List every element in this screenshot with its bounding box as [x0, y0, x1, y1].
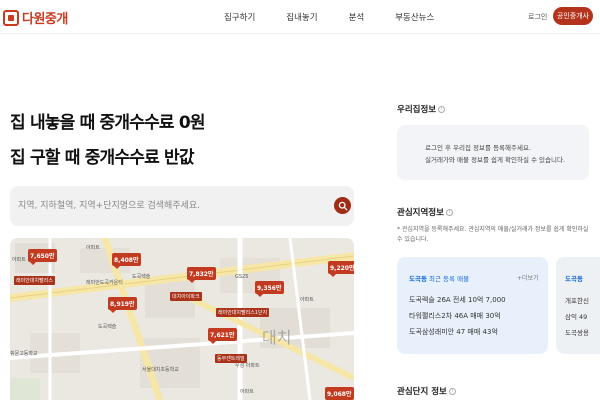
map-view[interactable]: 대치 아파트 아파트 래미안도곡카운티 도곡렉슬 GS25 아파트 도곡렉슬 서…: [10, 238, 354, 400]
logo-house-icon: [3, 9, 19, 26]
interest-area-note: * 관심지역을 등록해주세요. 관심지역의 매물/실거래가 정보를 쉽게 확인하…: [397, 226, 589, 243]
info-icon[interactable]: i: [438, 106, 446, 113]
info-icon[interactable]: i: [448, 388, 456, 395]
place-label: 아파트: [86, 245, 100, 251]
price-marker[interactable]: 9,068만: [325, 387, 354, 400]
place-label: 아파트: [240, 389, 254, 395]
listing-row[interactable]: 타워팰리스2차 46A 매매 30억: [409, 311, 501, 321]
my-home-line-1: 로그인 후 우리집 정보를 등록해주세요.: [425, 144, 532, 152]
place-label: 휘문고등학교: [10, 351, 38, 357]
complex-pin-label[interactable]: 래미안대치팰리스: [14, 276, 55, 285]
search-bar: [10, 186, 354, 226]
nav-analysis[interactable]: 분석: [349, 11, 365, 23]
place-label: 도곡렉슬: [132, 274, 151, 280]
place-label: GS25: [235, 274, 249, 280]
price-marker[interactable]: 7,650만: [28, 249, 57, 265]
logo-text: 다원중개: [22, 12, 68, 27]
more-link[interactable]: +더보기: [517, 273, 539, 282]
my-home-box[interactable]: 로그인 후 우리집 정보를 등록해주세요. 실거래가와 매물 정보를 쉽게 확인…: [397, 125, 589, 180]
place-label: 서울대치초등학교: [142, 367, 179, 373]
place-label: 아파트: [12, 257, 26, 263]
interest-area-title: 관심지역정보 i: [397, 206, 453, 218]
agent-button[interactable]: 공인중개사: [553, 7, 593, 25]
price-marker[interactable]: 7,832만: [187, 267, 216, 283]
complex-pin-label[interactable]: 동부센트레빌: [215, 354, 247, 363]
place-label: 래미안도곡카운티: [86, 280, 123, 286]
listing-row[interactable]: 도곡삼성래미안 47 매매 43억: [409, 327, 498, 337]
nav-find-home[interactable]: 집구하기: [224, 11, 255, 23]
interest-complex-title: 관심단지 정보 i: [397, 385, 456, 397]
price-marker[interactable]: 7,621만: [208, 328, 237, 344]
search-button[interactable]: [334, 197, 351, 214]
card-area: 도곡동: [565, 275, 583, 283]
district-label: 대치: [262, 328, 292, 347]
my-home-title-text: 우리집정보: [397, 105, 437, 115]
interest-area-title-text: 관심지역정보: [397, 208, 444, 218]
price-marker[interactable]: 9,220만: [328, 261, 354, 277]
map-base: [10, 238, 354, 400]
info-icon[interactable]: i: [445, 209, 453, 216]
login-link[interactable]: 로그인: [528, 12, 547, 22]
card-title: 도곡동 최근 등록 매물: [409, 273, 469, 283]
interest-area-card[interactable]: 도곡동 최근 등록 매물 +더보기 도곡렉슬 26A 전세 10억 7,000 …: [397, 257, 548, 354]
nav-news[interactable]: 부동산뉴스: [395, 11, 434, 23]
my-home-title: 우리집정보 i: [397, 103, 446, 115]
card-area: 도곡동: [409, 275, 427, 283]
listing-row[interactable]: 개포한신: [565, 295, 589, 305]
listing-row[interactable]: 도곡렉슬 26A 전세 10억 7,000: [409, 295, 506, 305]
search-input[interactable]: [18, 186, 318, 226]
place-label: 도곡렉슬: [98, 324, 117, 330]
price-marker[interactable]: 9,356만: [255, 281, 284, 297]
my-home-line-2: 실거래가와 매물 정보를 쉽게 확인하실 수 있습니다.: [425, 156, 566, 164]
place-label: 우성 아파트: [235, 363, 260, 369]
card-subtitle: 최근 등록 매물: [429, 275, 470, 283]
nav-list-home[interactable]: 집내놓기: [286, 11, 317, 23]
listing-row[interactable]: 삼익 49: [565, 311, 587, 321]
price-marker[interactable]: 8,919만: [108, 297, 137, 313]
place-label: 아파트: [300, 297, 314, 303]
hero-headline-1: 집 내놓을 때 중개수수료 0원: [10, 113, 206, 133]
search-icon: [338, 201, 347, 210]
price-marker[interactable]: 8,408만: [112, 253, 141, 269]
interest-area-card-2[interactable]: 도곡동 개포한신 삼익 49 도곡쌍용: [556, 257, 600, 354]
interest-complex-title-text: 관심단지 정보: [397, 387, 447, 397]
complex-pin-label[interactable]: 래미안대치팰리스1단지: [216, 308, 270, 317]
complex-pin-label[interactable]: 대치아이파크: [170, 292, 202, 301]
top-header: 다원중개 집구하기 집내놓기 분석 부동산뉴스 로그인 공인중개사: [0, 0, 600, 34]
logo[interactable]: 다원중개: [3, 8, 68, 27]
hero-headline-2: 집 구할 때 중개수수료 반값: [10, 148, 195, 168]
main-nav: 집구하기 집내놓기 분석 부동산뉴스: [224, 11, 465, 23]
listing-row[interactable]: 도곡쌍용: [565, 327, 589, 337]
